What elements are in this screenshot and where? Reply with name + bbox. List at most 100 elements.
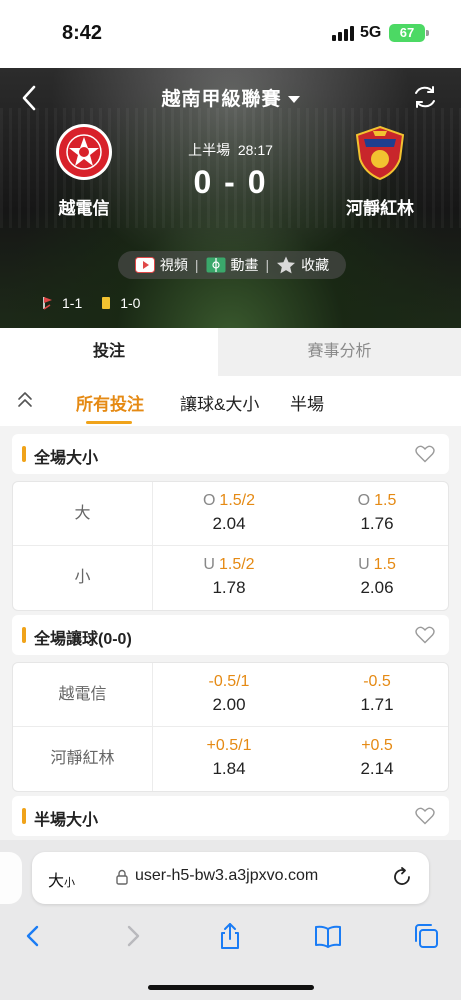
line-prefix: U <box>203 556 215 573</box>
bet-filter-tabs: 所有投注 讓球&大小 半場 <box>0 376 461 426</box>
handicap-value: 1.5/2 <box>219 492 256 509</box>
tabs-icon[interactable] <box>412 922 440 950</box>
favorite-label: 收藏 <box>301 257 330 273</box>
handicap-value: 1.5 <box>374 492 397 509</box>
battery-icon: 67 <box>389 24 429 42</box>
previous-tab-preview[interactable] <box>0 852 22 904</box>
row-label: 越電信 <box>13 663 153 727</box>
table-row: 小 U 1.5/2 1.78 U 1.5 2.06 <box>13 546 448 610</box>
status-bar: 8:42 5G 67 <box>0 0 461 68</box>
table-row: 越電信 -0.5/1 2.00 -0.5 1.71 <box>13 663 448 727</box>
lock-icon <box>116 869 128 885</box>
odds-value: 1.78 <box>212 578 246 597</box>
video-button[interactable]: 視頻 <box>134 255 188 275</box>
table-row: 大 O 1.5/2 2.04 O 1.5 1.76 <box>13 482 448 546</box>
line-prefix: O <box>357 492 371 509</box>
odds-cell[interactable]: +0.5 2.14 <box>303 735 451 781</box>
nav-back-icon[interactable] <box>20 922 48 950</box>
text-size-button[interactable]: 大小 <box>48 867 75 891</box>
line-prefix: U <box>358 556 370 573</box>
heart-icon[interactable] <box>415 445 435 463</box>
match-time: 28:17 <box>237 142 273 158</box>
away-team: 河靜紅林 <box>320 123 440 219</box>
yellow-card-icon <box>102 297 111 309</box>
page: 8:42 5G 67 越南甲級聯賽 越電信 上半場 28:17 0 - 0 河靜… <box>0 0 461 1000</box>
odds-cell[interactable]: U 1.5 2.06 <box>303 554 451 600</box>
row-label: 大 <box>13 482 153 546</box>
match-header: 越南甲級聯賽 越電信 上半場 28:17 0 - 0 河靜紅林 視頻 | 動畫 … <box>0 68 461 328</box>
line-prefix: O <box>202 492 216 509</box>
tab-half-time[interactable]: 半場 <box>290 390 324 415</box>
tab-all-bets[interactable]: 所有投注 <box>76 390 144 415</box>
odds-cell[interactable]: -0.5 1.71 <box>303 671 451 717</box>
market-header[interactable]: 全場讓球(0-0) <box>12 615 449 655</box>
animation-icon <box>206 257 225 273</box>
odds-value: 1.76 <box>360 514 394 533</box>
browser-chrome: 大小 user-h5-bw3.a3jpxvo.com <box>0 840 461 1000</box>
browser-toolbar <box>0 916 461 960</box>
odds-value: 1.84 <box>212 759 246 778</box>
market-title: 全場讓球(0-0) <box>34 631 132 648</box>
odds-value: 1.71 <box>360 695 394 714</box>
divider: | <box>194 257 199 273</box>
tab-handicap-totals[interactable]: 讓球&大小 <box>180 390 259 415</box>
address-bar[interactable]: 大小 user-h5-bw3.a3jpxvo.com <box>32 852 429 904</box>
match-stats: 1-1 1-0 <box>42 295 140 311</box>
main-tabs: 投注 賽事分析 <box>0 328 461 376</box>
row-label: 小 <box>13 546 153 610</box>
nav-forward-icon[interactable] <box>118 922 146 950</box>
row-label: 河靜紅林 <box>13 727 153 791</box>
odds-value: 2.04 <box>212 514 246 533</box>
network-type: 5G <box>360 24 382 41</box>
text-size-small: 小 <box>64 877 76 889</box>
odds-cell[interactable]: O 1.5/2 2.04 <box>155 490 303 536</box>
handicap-value: -0.5 <box>363 673 391 690</box>
heart-icon[interactable] <box>415 807 435 825</box>
market-table: 大 O 1.5/2 2.04 O 1.5 1.76 小 U 1.5/2 1.78 U1… <box>12 481 449 611</box>
signal-icon <box>332 26 354 41</box>
tab-bets[interactable]: 投注 <box>0 328 218 376</box>
corner-flag-icon <box>43 297 52 310</box>
market-title: 全場大小 <box>34 450 99 467</box>
text-size-large: 大 <box>48 873 65 890</box>
video-icon <box>134 257 155 273</box>
home-indicator <box>148 985 314 990</box>
bookmarks-icon[interactable] <box>314 922 342 950</box>
market-header[interactable]: 全場大小 <box>12 434 449 474</box>
star-icon <box>277 256 296 274</box>
status-time: 8:42 <box>62 22 103 44</box>
animation-label: 動畫 <box>230 257 259 273</box>
reload-icon[interactable] <box>391 866 413 888</box>
favorite-button[interactable]: 收藏 <box>276 255 329 275</box>
heart-icon[interactable] <box>415 626 435 644</box>
divider: | <box>265 257 270 273</box>
video-label: 視頻 <box>159 257 188 273</box>
match-period: 上半場 <box>188 142 231 158</box>
handicap-value: -0.5/1 <box>208 673 250 690</box>
league-title: 越南甲級聯賽 <box>161 89 282 110</box>
corner-count: 1-1 <box>62 295 83 311</box>
handicap-value: 1.5/2 <box>218 556 255 573</box>
handicap-value: 1.5 <box>373 556 396 573</box>
collapse-icon[interactable] <box>16 390 34 410</box>
share-icon[interactable] <box>216 922 244 950</box>
odds-cell[interactable]: -0.5/1 2.00 <box>155 671 303 717</box>
market-table: 越電信 -0.5/1 2.00 -0.5 1.71 河靜紅林 +0.5/1 1.… <box>12 662 449 792</box>
market-header[interactable]: 半場大小 <box>12 796 449 836</box>
accent-bar <box>22 627 26 643</box>
tab-analysis[interactable]: 賽事分析 <box>218 328 461 376</box>
handicap-value: +0.5/1 <box>206 737 252 754</box>
league-selector[interactable]: 越南甲級聯賽 <box>0 84 461 111</box>
market-title: 半場大小 <box>34 812 99 829</box>
away-team-logo <box>355 125 405 181</box>
odds-cell[interactable]: O 1.5 1.76 <box>303 490 451 536</box>
away-team-name: 河靜紅林 <box>346 199 414 218</box>
odds-value: 2.14 <box>360 759 394 778</box>
odds-value: 2.06 <box>360 578 394 597</box>
media-actions: 視頻 | 動畫 | 收藏 <box>118 251 346 279</box>
accent-bar <box>22 808 26 824</box>
animation-button[interactable]: 動畫 <box>206 255 259 275</box>
refresh-icon[interactable] <box>411 83 439 111</box>
odds-cell[interactable]: U 1.5/2 1.78 <box>155 554 303 600</box>
odds-cell[interactable]: +0.5/1 1.84 <box>155 735 303 781</box>
